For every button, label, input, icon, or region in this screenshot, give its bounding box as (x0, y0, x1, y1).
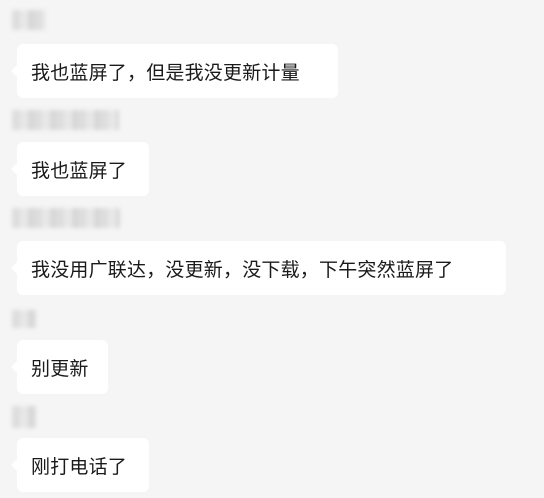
message-bubble[interactable]: 我也蓝屏了，但是我没更新计量 (11, 44, 338, 98)
chat-message-list[interactable]: 我也蓝屏了，但是我没更新计量 我也蓝屏了 我没用广联达，没更新，没下载，下午突然… (0, 0, 544, 498)
sender-name-redacted (12, 10, 46, 30)
sender-name-redacted (12, 110, 119, 130)
message-text: 我也蓝屏了 (31, 159, 128, 182)
sender-name-redacted (12, 310, 36, 328)
message-bubble[interactable]: 别更新 (11, 340, 108, 394)
message-text: 我也蓝屏了，但是我没更新计量 (31, 61, 300, 84)
message-bubble[interactable]: 刚打电话了 (11, 438, 149, 492)
message-text: 别更新 (31, 357, 89, 380)
message-bubble[interactable]: 我没用广联达，没更新，没下载，下午突然蓝屏了 (11, 241, 506, 295)
message-text: 我没用广联达，没更新，没下载，下午突然蓝屏了 (31, 258, 454, 281)
message-text: 刚打电话了 (31, 455, 128, 478)
sender-name-redacted (12, 208, 120, 228)
sender-name-redacted (12, 406, 36, 428)
message-bubble[interactable]: 我也蓝屏了 (11, 142, 149, 196)
